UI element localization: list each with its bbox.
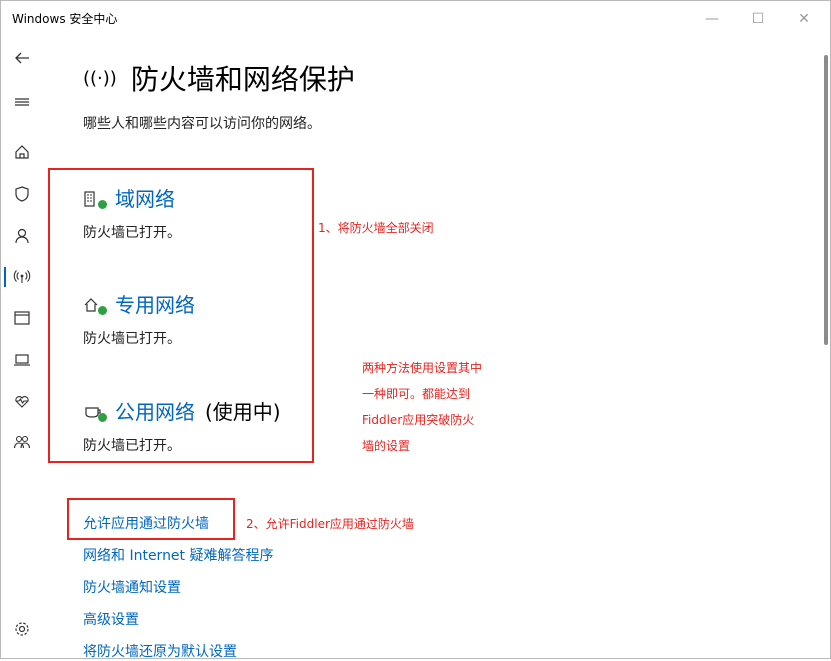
family-icon[interactable]: [0, 426, 44, 458]
title-bar: Windows 安全中心 — ☐ ✕: [0, 0, 831, 40]
window-title: Windows 安全中心: [12, 12, 118, 26]
annotation-note-2: 2、允许Fiddler应用通过防火墙: [246, 517, 414, 531]
device-health-icon[interactable]: [0, 385, 44, 417]
advanced-settings-link[interactable]: 高级设置: [83, 609, 139, 629]
firewall-heading-icon: ((·)): [83, 67, 117, 89]
account-icon[interactable]: [0, 220, 44, 252]
restore-defaults-link[interactable]: 将防火墙还原为默认设置: [83, 641, 237, 661]
notification-settings-link[interactable]: 防火墙通知设置: [83, 577, 181, 597]
scrollbar[interactable]: [824, 55, 828, 345]
page-heading: ((·)) 防火墙和网络保护: [83, 58, 355, 98]
annotation-note-1: 1、将防火墙全部关闭: [318, 221, 434, 235]
home-icon[interactable]: [0, 136, 44, 168]
minimize-button[interactable]: —: [692, 6, 732, 32]
annotation-note-3: 两种方法使用设置其中 一种即可。都能达到 Fiddler应用突破防火 墙的设置: [362, 361, 483, 453]
firewall-icon[interactable]: [0, 261, 44, 293]
sidebar-nav: [0, 40, 44, 658]
shield-icon[interactable]: [0, 178, 44, 210]
close-button[interactable]: ✕: [784, 6, 824, 32]
maximize-button[interactable]: ☐: [738, 6, 778, 32]
device-security-icon[interactable]: [0, 344, 44, 376]
back-icon[interactable]: [0, 42, 44, 74]
settings-icon[interactable]: [0, 613, 44, 645]
app-browser-icon[interactable]: [0, 302, 44, 334]
page-title: 防火墙和网络保护: [130, 63, 355, 96]
troubleshooter-link[interactable]: 网络和 Internet 疑难解答程序: [83, 545, 274, 565]
menu-icon[interactable]: [0, 86, 44, 118]
page-subtitle: 哪些人和哪些内容可以访问你的网络。: [83, 116, 321, 132]
networks-highlight-box: [48, 168, 314, 463]
allow-app-highlight-box: [67, 498, 235, 540]
